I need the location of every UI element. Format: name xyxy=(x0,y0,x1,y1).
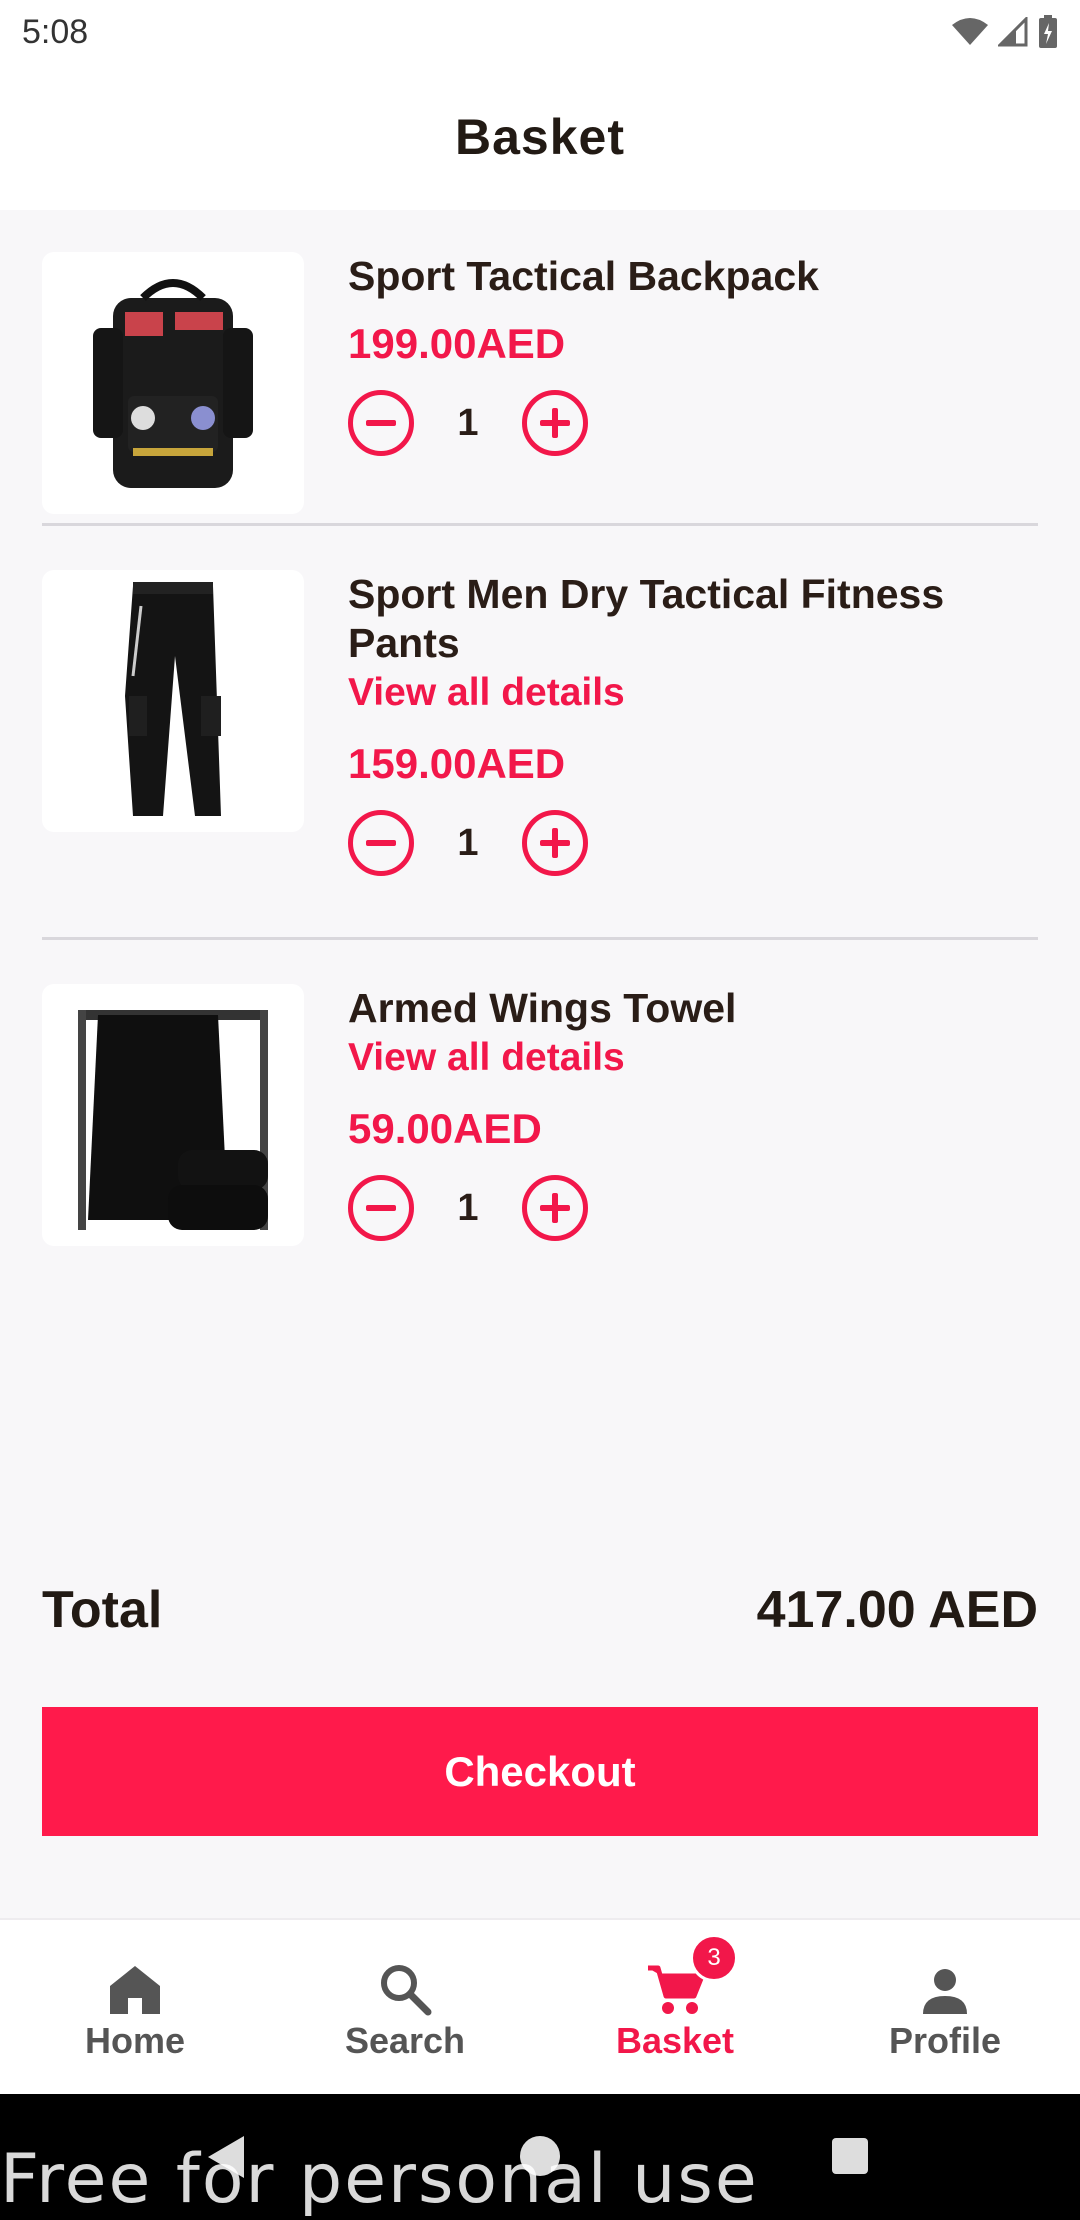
increase-quantity-button[interactable] xyxy=(522,1175,588,1241)
bottom-navigation: Home Search 3 Basket Profile xyxy=(0,1918,1080,2094)
product-image-backpack[interactable] xyxy=(42,252,304,514)
view-details-link[interactable]: View all details xyxy=(348,1033,1038,1082)
product-image-towel[interactable] xyxy=(42,984,304,1246)
nav-profile-label: Profile xyxy=(888,2020,1002,2061)
wifi-icon xyxy=(952,18,988,45)
decrease-quantity-button[interactable] xyxy=(348,390,414,456)
app-header: Basket xyxy=(0,64,1080,210)
checkout-button[interactable]: Checkout xyxy=(42,1707,1038,1836)
minus-icon xyxy=(366,1205,396,1211)
decrease-quantity-button[interactable] xyxy=(348,810,414,876)
status-icons xyxy=(952,15,1058,49)
home-icon xyxy=(108,1952,162,2016)
person-icon xyxy=(920,1952,970,2016)
nav-basket-label: Basket xyxy=(615,2020,735,2061)
quantity-value: 1 xyxy=(457,401,479,444)
recents-icon[interactable] xyxy=(830,2136,870,2176)
signal-icon xyxy=(998,17,1028,47)
watermark-text: Free for personal use xyxy=(0,2140,759,2219)
total-label: Total xyxy=(42,1581,163,1639)
minus-icon xyxy=(366,840,396,846)
product-name[interactable]: Sport Men Dry Tactical Fitness Pants xyxy=(348,570,1038,668)
quantity-value: 1 xyxy=(457,821,479,864)
total-value: 417.00 AED xyxy=(756,1581,1038,1639)
status-time: 5:08 xyxy=(22,12,89,51)
total-row: Total 417.00 AED xyxy=(42,1580,1038,1640)
decrease-quantity-button[interactable] xyxy=(348,1175,414,1241)
battery-icon xyxy=(1039,15,1057,48)
nav-basket[interactable]: 3 Basket xyxy=(540,1920,810,2094)
divider xyxy=(42,523,1038,526)
product-name[interactable]: Sport Tactical Backpack xyxy=(348,252,1038,301)
product-image-pants[interactable] xyxy=(42,570,304,832)
status-bar: 5:08 xyxy=(0,0,1080,64)
search-icon xyxy=(378,1952,432,2016)
quantity-stepper: 1 xyxy=(348,807,1038,879)
nav-search[interactable]: Search xyxy=(270,1920,540,2094)
product-price: 159.00AED xyxy=(348,740,566,787)
product-price: 199.00AED xyxy=(348,320,566,367)
increase-quantity-button[interactable] xyxy=(522,390,588,456)
nav-home[interactable]: Home xyxy=(0,1920,270,2094)
product-name[interactable]: Armed Wings Towel xyxy=(348,984,1038,1033)
cart-count-badge: 3 xyxy=(690,1934,738,1982)
product-price: 59.00AED xyxy=(348,1105,542,1152)
quantity-stepper: 1 xyxy=(348,1172,1038,1244)
nav-home-label: Home xyxy=(84,2020,186,2061)
page-title: Basket xyxy=(455,109,625,165)
divider xyxy=(42,937,1038,940)
nav-profile[interactable]: Profile xyxy=(810,1920,1080,2094)
view-details-link[interactable]: View all details xyxy=(348,668,1038,717)
increase-quantity-button[interactable] xyxy=(522,810,588,876)
quantity-value: 1 xyxy=(457,1186,479,1229)
minus-icon xyxy=(366,420,396,426)
quantity-stepper: 1 xyxy=(348,387,1038,459)
nav-search-label: Search xyxy=(344,2020,466,2061)
